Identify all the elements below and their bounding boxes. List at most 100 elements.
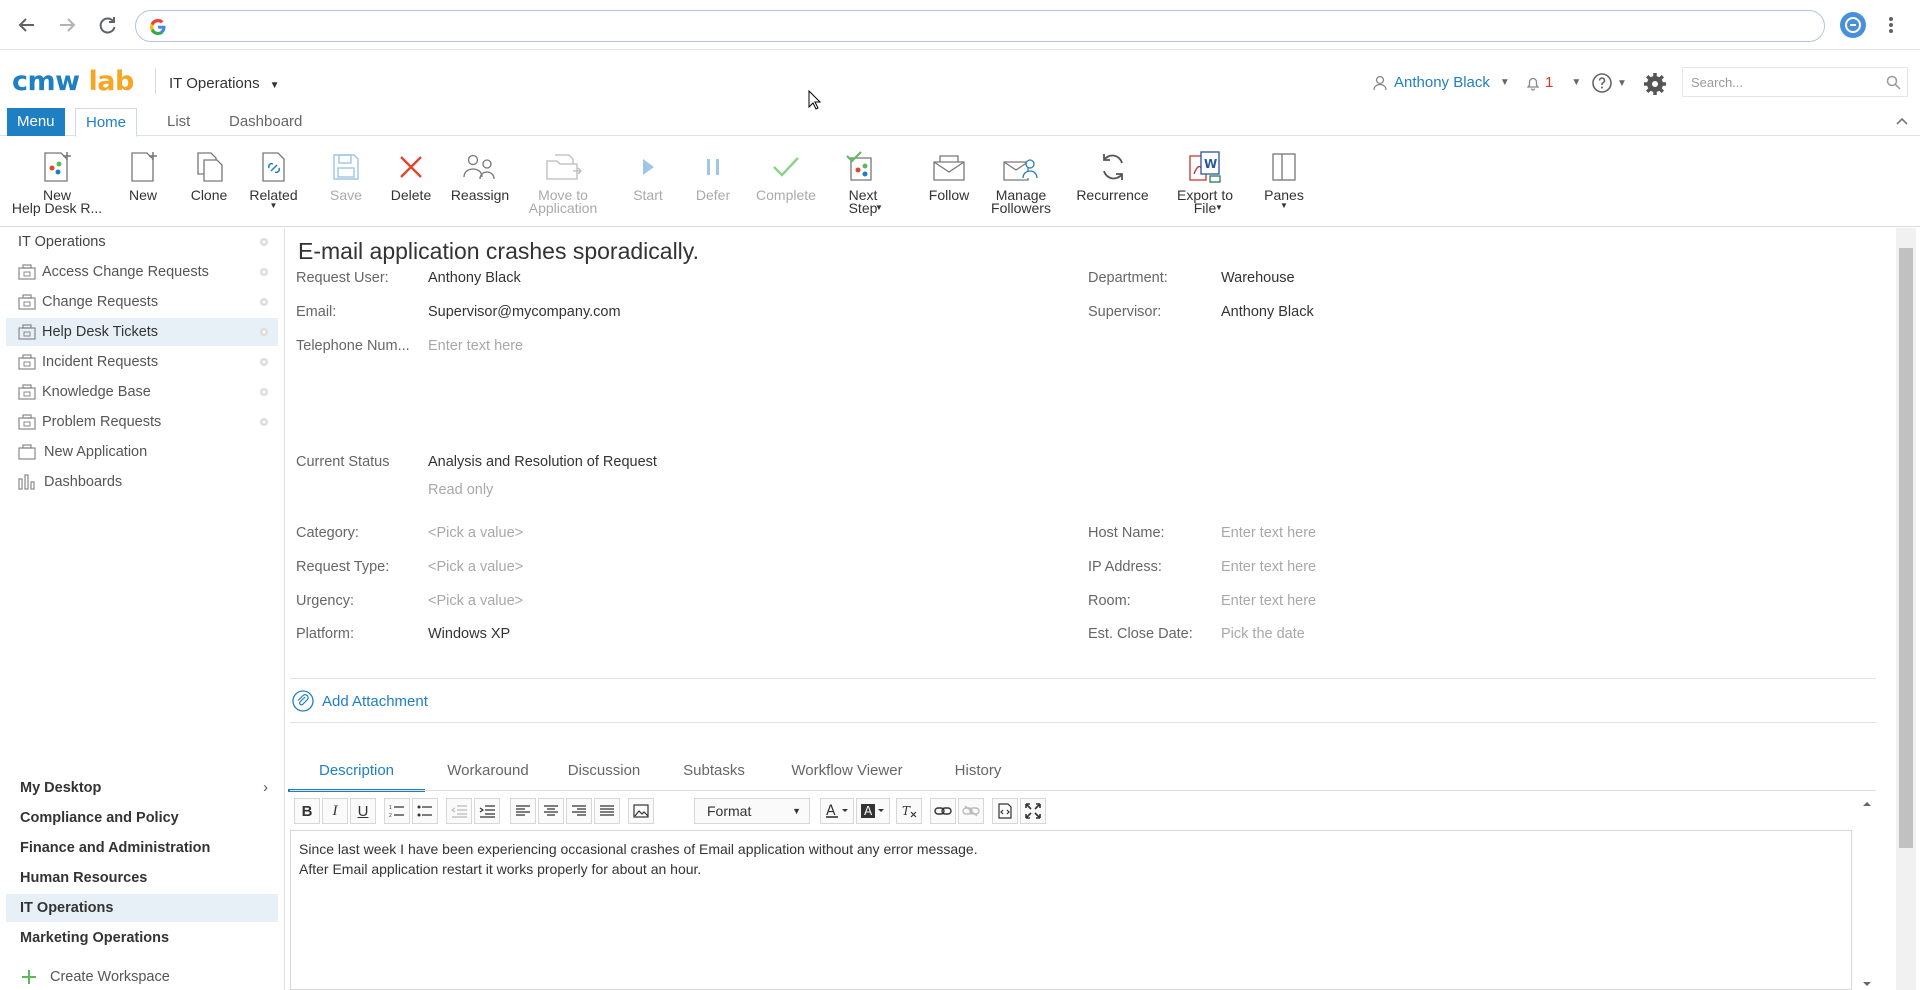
sidebar-item-access-change-requests[interactable]: Access Change Requests <box>6 258 278 286</box>
ip-address-field[interactable]: Enter text here <box>1221 559 1316 575</box>
gear-icon[interactable] <box>258 296 270 308</box>
align-left-icon[interactable] <box>510 798 536 824</box>
next-step-button[interactable]: Next Step ▼ <box>838 137 888 227</box>
tab-list[interactable]: List <box>157 108 200 136</box>
defer-button[interactable]: Defer <box>689 137 737 227</box>
numbered-list-icon[interactable]: 12 <box>384 798 410 824</box>
workspace-switcher[interactable]: IT Operations ▼ <box>169 75 280 92</box>
telephone-field[interactable]: Enter text here <box>428 338 523 354</box>
create-workspace-button[interactable]: Create Workspace <box>6 963 170 990</box>
panes-button[interactable]: Panes ▼ <box>1258 137 1310 227</box>
save-button[interactable]: Save <box>323 137 369 227</box>
sidebar-item-new-application[interactable]: New Application <box>6 438 278 466</box>
room-field[interactable]: Enter text here <box>1221 593 1316 609</box>
logo[interactable]: cmw lab <box>12 66 134 97</box>
new-help-desk-request-button[interactable]: New Help Desk R... <box>5 137 109 227</box>
extension-icon[interactable] <box>1840 12 1866 38</box>
complete-button[interactable]: Complete <box>751 137 821 227</box>
department-value[interactable]: Warehouse <box>1221 270 1295 286</box>
sidebar-item-dashboards[interactable]: Dashboards <box>6 468 278 496</box>
scrollbar-thumb[interactable] <box>1899 248 1913 848</box>
est-close-date-picker[interactable]: Pick the date <box>1221 626 1305 642</box>
bold-button[interactable]: B <box>294 798 320 824</box>
workspace-my-desktop[interactable]: My Desktop › <box>6 774 278 802</box>
indent-icon[interactable] <box>474 798 500 824</box>
workspace-marketing-operations[interactable]: Marketing Operations <box>6 924 278 952</box>
tab-home[interactable]: Home <box>75 108 138 137</box>
request-user-value[interactable]: Anthony Black <box>428 270 521 286</box>
source-code-icon[interactable] <box>992 798 1018 824</box>
maximize-icon[interactable] <box>1020 798 1046 824</box>
host-name-field[interactable]: Enter text here <box>1221 525 1316 541</box>
sidebar-item-knowledge-base[interactable]: Knowledge Base <box>6 378 278 406</box>
sidebar-item-change-requests[interactable]: Change Requests <box>6 288 278 316</box>
request-type-select[interactable]: <Pick a value> <box>428 559 523 575</box>
clone-button[interactable]: Clone <box>183 137 235 227</box>
platform-select[interactable]: Windows XP <box>428 626 510 642</box>
email-field[interactable]: Supervisor@mycompany.com <box>428 304 621 320</box>
editor-scrollbar[interactable] <box>1860 796 1874 990</box>
follow-button[interactable]: Follow <box>925 137 973 227</box>
tab-description[interactable]: Description <box>288 760 425 792</box>
workspace-it-operations[interactable]: IT Operations <box>6 894 278 922</box>
gear-icon[interactable] <box>258 386 270 398</box>
link-icon[interactable] <box>930 798 956 824</box>
background-color-icon[interactable]: A <box>856 798 890 824</box>
forward-icon[interactable] <box>56 14 78 36</box>
category-select[interactable]: <Pick a value> <box>428 525 523 541</box>
insert-image-icon[interactable] <box>628 798 654 824</box>
align-right-icon[interactable] <box>566 798 592 824</box>
settings-gear-icon[interactable] <box>1643 72 1667 96</box>
outdent-icon[interactable] <box>446 798 472 824</box>
recurrence-button[interactable]: Recurrence <box>1070 137 1155 227</box>
export-to-file-button[interactable]: W Export to File ▼ <box>1170 137 1240 227</box>
supervisor-value[interactable]: Anthony Black <box>1221 304 1314 320</box>
chevron-up-icon[interactable] <box>1896 117 1908 125</box>
page-scrollbar[interactable] <box>1896 228 1916 990</box>
user-menu[interactable]: Anthony Black ▼ <box>1372 74 1510 91</box>
reassign-button[interactable]: Reassign <box>448 137 512 227</box>
align-center-icon[interactable] <box>538 798 564 824</box>
unlink-icon[interactable] <box>958 798 984 824</box>
sidebar-item-incident-requests[interactable]: Incident Requests <box>6 348 278 376</box>
tab-discussion[interactable]: Discussion <box>552 760 656 792</box>
tab-workflow-viewer[interactable]: Workflow Viewer <box>772 760 922 792</box>
gear-icon[interactable] <box>258 356 270 368</box>
search-icon[interactable] <box>1886 75 1901 90</box>
workspace-compliance-and-policy[interactable]: Compliance and Policy <box>6 804 278 832</box>
tab-menu[interactable]: Menu <box>7 108 65 136</box>
search-input[interactable] <box>1683 68 1873 96</box>
tab-dashboard[interactable]: Dashboard <box>219 108 312 136</box>
sidebar-item-problem-requests[interactable]: Problem Requests <box>6 408 278 436</box>
italic-button[interactable]: I <box>322 798 348 824</box>
move-to-application-button[interactable]: Move to Application <box>520 137 606 227</box>
sidebar-workspace-root[interactable]: IT Operations <box>6 228 278 256</box>
urgency-select[interactable]: <Pick a value> <box>428 593 523 609</box>
start-button[interactable]: Start <box>625 137 671 227</box>
tab-subtasks[interactable]: Subtasks <box>664 760 764 792</box>
new-button[interactable]: New <box>118 137 168 227</box>
gear-icon[interactable] <box>258 236 270 248</box>
manage-followers-button[interactable]: Manage Followers <box>988 137 1054 227</box>
justify-icon[interactable] <box>594 798 620 824</box>
remove-format-icon[interactable]: T <box>896 798 922 824</box>
back-icon[interactable] <box>16 14 38 36</box>
browser-menu-icon[interactable] <box>1888 14 1894 36</box>
delete-button[interactable]: Delete <box>384 137 438 227</box>
help-menu[interactable]: ▼ <box>1591 72 1627 94</box>
text-color-icon[interactable]: A <box>820 798 854 824</box>
format-dropdown[interactable]: Format ▼ <box>694 798 810 824</box>
address-bar[interactable] <box>135 10 1825 42</box>
gear-icon[interactable] <box>258 326 270 338</box>
related-button[interactable]: Related ▼ <box>246 137 301 227</box>
workspace-human-resources[interactable]: Human Resources <box>6 864 278 892</box>
gear-icon[interactable] <box>258 266 270 278</box>
notifications[interactable]: 1 ▼ <box>1525 74 1581 91</box>
underline-button[interactable]: U <box>350 798 376 824</box>
workspace-finance-and-administration[interactable]: Finance and Administration <box>6 834 278 862</box>
reload-icon[interactable] <box>96 14 118 36</box>
bullet-list-icon[interactable] <box>412 798 438 824</box>
description-editor[interactable]: Since last week I have been experiencing… <box>290 830 1852 990</box>
gear-icon[interactable] <box>258 416 270 428</box>
global-search[interactable] <box>1682 67 1908 97</box>
